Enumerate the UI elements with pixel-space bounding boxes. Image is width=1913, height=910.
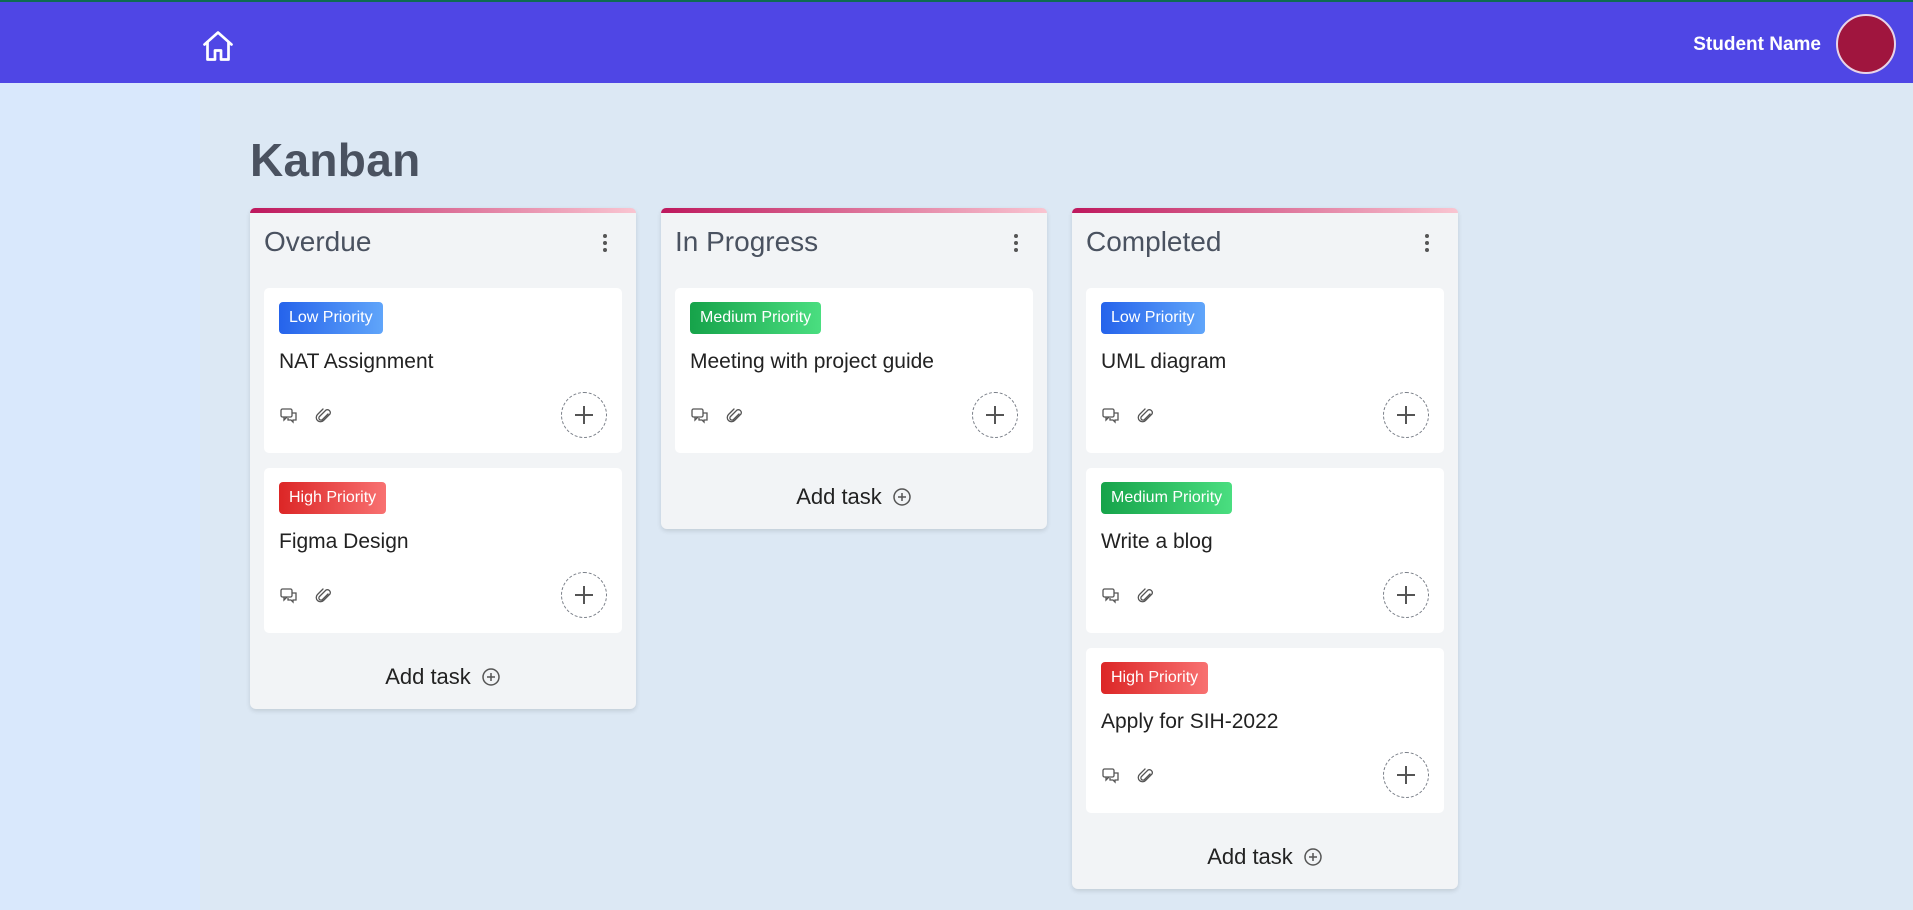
task-card[interactable]: Low Priority NAT Assignment xyxy=(264,288,622,453)
home-icon xyxy=(203,31,233,61)
paperclip-icon[interactable] xyxy=(1136,766,1156,786)
paperclip-icon[interactable] xyxy=(314,406,334,426)
paperclip-icon[interactable] xyxy=(314,586,334,606)
comment-icon[interactable] xyxy=(1101,766,1121,786)
column-overdue: Overdue Low Priority NAT Assignment High… xyxy=(250,208,636,709)
priority-badge: Medium Priority xyxy=(1101,482,1233,514)
add-task-button[interactable]: Add task xyxy=(1086,825,1444,889)
task-title: Figma Design xyxy=(279,530,409,553)
comment-icon[interactable] xyxy=(1101,406,1121,426)
task-card[interactable]: Medium Priority Meeting with project gui… xyxy=(675,288,1033,453)
plus-circle-icon xyxy=(482,668,500,686)
plus-circle-icon xyxy=(893,488,911,506)
priority-badge: Medium Priority xyxy=(690,302,822,334)
column-in-progress: In Progress Medium Priority Meeting with… xyxy=(661,208,1047,529)
top-navbar: Student Name xyxy=(0,0,1913,83)
task-card[interactable]: Medium Priority Write a blog xyxy=(1086,468,1444,633)
paperclip-icon[interactable] xyxy=(1136,586,1156,606)
priority-badge: High Priority xyxy=(279,482,387,514)
column-menu-icon[interactable] xyxy=(600,234,610,256)
home-button[interactable] xyxy=(200,28,236,64)
column-menu-icon[interactable] xyxy=(1011,234,1021,256)
add-task-label: Add task xyxy=(796,484,882,509)
comment-icon[interactable] xyxy=(279,406,299,426)
add-task-label: Add task xyxy=(385,664,471,689)
column-header: Overdue xyxy=(264,208,622,288)
task-title: Apply for SIH-2022 xyxy=(1101,710,1279,733)
task-title: NAT Assignment xyxy=(279,350,434,373)
paperclip-icon[interactable] xyxy=(1136,406,1156,426)
add-task-label: Add task xyxy=(1207,844,1293,869)
task-card[interactable]: High Priority Figma Design xyxy=(264,468,622,633)
page-title: Kanban xyxy=(250,134,421,186)
comment-icon[interactable] xyxy=(1101,586,1121,606)
add-member-button[interactable] xyxy=(1383,392,1429,438)
priority-badge: Low Priority xyxy=(1101,302,1205,334)
task-title: UML diagram xyxy=(1101,350,1227,373)
add-member-button[interactable] xyxy=(561,572,607,618)
sidebar xyxy=(0,83,200,910)
add-member-button[interactable] xyxy=(1383,572,1429,618)
column-completed: Completed Low Priority UML diagram Mediu… xyxy=(1072,208,1458,889)
task-title: Meeting with project guide xyxy=(690,350,934,373)
column-title: Overdue xyxy=(264,226,372,257)
column-title: In Progress xyxy=(675,226,819,257)
add-member-button[interactable] xyxy=(972,392,1018,438)
add-task-button[interactable]: Add task xyxy=(264,645,622,709)
task-card[interactable]: High Priority Apply for SIH-2022 xyxy=(1086,648,1444,813)
user-name: Student Name xyxy=(1693,34,1821,55)
comment-icon[interactable] xyxy=(690,406,710,426)
paperclip-icon[interactable] xyxy=(725,406,745,426)
task-card[interactable]: Low Priority UML diagram xyxy=(1086,288,1444,453)
priority-badge: Low Priority xyxy=(279,302,383,334)
plus-circle-icon xyxy=(1304,848,1322,866)
add-member-button[interactable] xyxy=(561,392,607,438)
column-header: In Progress xyxy=(675,208,1033,288)
priority-badge: High Priority xyxy=(1101,662,1209,694)
task-title: Write a blog xyxy=(1101,530,1213,553)
add-member-button[interactable] xyxy=(1383,752,1429,798)
column-title: Completed xyxy=(1086,226,1222,257)
column-header: Completed xyxy=(1086,208,1444,288)
comment-icon[interactable] xyxy=(279,586,299,606)
add-task-button[interactable]: Add task xyxy=(675,465,1033,529)
avatar[interactable] xyxy=(1836,14,1896,74)
column-menu-icon[interactable] xyxy=(1422,234,1432,256)
